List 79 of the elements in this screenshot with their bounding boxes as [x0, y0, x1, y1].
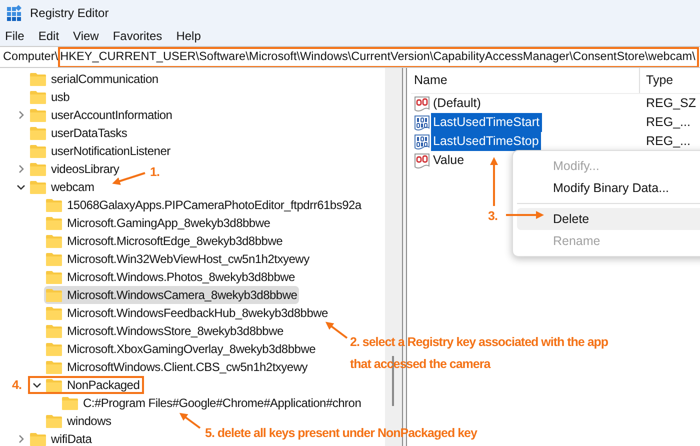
tree-item[interactable]: userDataTasks	[28, 124, 130, 142]
chevron-right-icon[interactable]	[16, 434, 26, 444]
folder-icon	[46, 216, 62, 230]
value-name[interactable]: Value	[431, 151, 466, 170]
folder-icon	[30, 180, 46, 194]
tree-item[interactable]: windows	[44, 412, 114, 430]
menu-item[interactable]: File	[4, 27, 26, 45]
menu-item[interactable]: View	[72, 27, 100, 45]
menu-item[interactable]: Favorites	[112, 27, 164, 45]
column-header[interactable]: Name	[411, 68, 640, 93]
folder-icon	[46, 306, 62, 320]
column-header[interactable]: Type	[640, 71, 674, 90]
tree-item[interactable]: userNotificationListener	[28, 142, 172, 160]
folder-icon	[30, 72, 46, 86]
tree-item[interactable]: userAccountInformation	[28, 106, 174, 124]
folder-icon	[46, 270, 62, 284]
binary-value-icon	[414, 114, 430, 130]
annotation-text: 2. select a Registry key associated with the app that accessed the camera	[350, 334, 608, 373]
chevron-down-icon[interactable]	[16, 182, 26, 192]
folder-icon	[30, 126, 46, 140]
scrollbar-thumb[interactable]	[392, 356, 394, 406]
folder-icon	[46, 252, 62, 266]
annotation-text: 4.	[12, 377, 22, 394]
folder-icon	[46, 342, 62, 356]
string-value-icon	[414, 152, 430, 168]
annotation-text: 1.	[150, 164, 160, 181]
folder-icon	[30, 90, 46, 104]
tree-item[interactable]: usb	[28, 88, 72, 106]
tree-item[interactable]: Microsoft.WindowsCamera_8wekyb3d8bbwe	[44, 286, 300, 304]
tree-item[interactable]: wifiData	[28, 430, 94, 446]
tree-item[interactable]: Microsoft.XboxGamingOverlay_8wekyb3d8bbwe	[44, 340, 318, 358]
folder-icon	[46, 414, 62, 428]
folder-icon	[46, 198, 62, 212]
folder-icon	[46, 378, 62, 392]
annotation-text: 5. delete all keys present under NonPackaged key	[205, 425, 477, 442]
annotation-arrow	[490, 157, 498, 206]
value-name[interactable]: (Default)	[431, 94, 483, 113]
folder-icon	[30, 108, 46, 122]
string-value-icon	[414, 96, 430, 112]
tree-item[interactable]: 15068GalaxyApps.PIPCameraPhotoEditor_ftpdrr61bs92a	[44, 196, 364, 214]
value-name[interactable]: LastUsedTimeStop	[431, 132, 541, 151]
value-type: REG_...	[645, 133, 690, 150]
tree-item[interactable]: serialCommunication	[28, 70, 160, 88]
chevron-right-icon[interactable]	[16, 110, 26, 120]
chevron-down-icon[interactable]	[32, 380, 42, 390]
folder-icon	[30, 144, 46, 158]
annotation-text: 3.	[488, 208, 498, 225]
folder-icon	[46, 360, 62, 374]
chevron-right-icon[interactable]	[16, 164, 26, 174]
value-name[interactable]: LastUsedTimeStart	[431, 113, 542, 132]
menu-item[interactable]: Delete	[517, 208, 700, 230]
folder-icon	[46, 324, 62, 338]
address-field[interactable]: Computer\ HKEY_CURRENT_USER\Software\Microsoft\Windows\CurrentVersion\CapabilityAccessManager\ConsentStore\webcam\	[0, 46, 700, 68]
registry-app-icon	[6, 5, 22, 21]
value-type: REG_SZ	[645, 95, 696, 112]
tree-item[interactable]: videosLibrary	[28, 160, 122, 178]
folder-icon	[30, 162, 46, 176]
annotation-arrow	[179, 412, 201, 429]
menu-item[interactable]: Help	[175, 27, 202, 45]
annotation-arrow	[325, 322, 348, 339]
tree-item[interactable]: webcam	[28, 178, 96, 196]
annotation-arrow	[506, 211, 544, 219]
menu-item[interactable]: Edit	[37, 27, 60, 45]
tree-item[interactable]: Microsoft.Win32WebViewHost_cw5n1h2txyewy	[44, 250, 312, 268]
tree-item[interactable]: MicrosoftWindows.Client.CBS_cw5n1h2txyewy	[44, 358, 310, 376]
window-title: Registry Editor	[30, 5, 109, 22]
tree-item[interactable]: Microsoft.Windows.Photos_8wekyb3d8bbwe	[44, 268, 297, 286]
menu-item[interactable]: Modify Binary Data...	[517, 177, 700, 199]
tree-item[interactable]: Microsoft.MicrosoftEdge_8wekyb3d8bbwe	[44, 232, 285, 250]
folder-icon	[30, 432, 46, 446]
tree-item[interactable]: Microsoft.WindowsFeedbackHub_8wekyb3d8bbwe	[44, 304, 330, 322]
tree-item[interactable]: Microsoft.WindowsStore_8wekyb3d8bbwe	[44, 322, 286, 340]
folder-icon	[62, 396, 78, 410]
folder-icon	[46, 234, 62, 248]
tree-item[interactable]: C:#Program Files#Google#Chrome#Application#chron	[60, 394, 364, 412]
folder-icon	[46, 288, 62, 302]
tree-item[interactable]: Microsoft.GamingApp_8wekyb3d8bbwe	[44, 214, 272, 232]
value-type: REG_...	[645, 114, 690, 132]
binary-value-icon	[414, 134, 430, 150]
